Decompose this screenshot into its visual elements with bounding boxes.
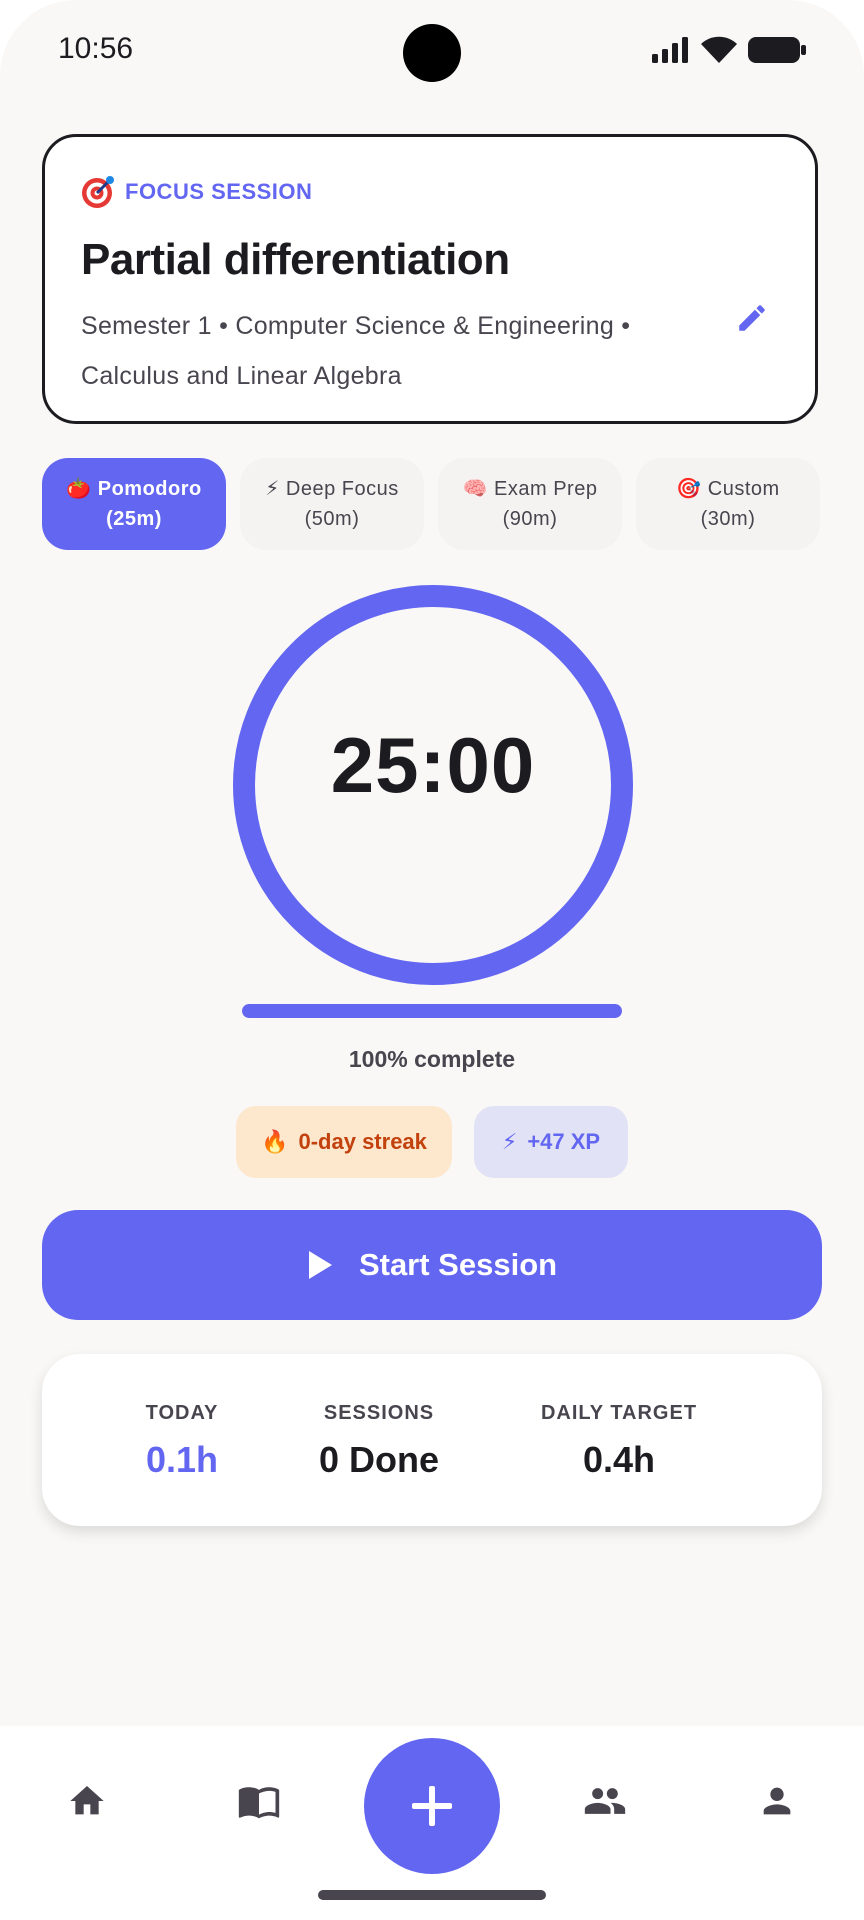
stat-value: 0.4h: [582, 1439, 656, 1480]
status-bar: 10:56: [0, 0, 864, 104]
status-time: 10:56: [58, 32, 134, 65]
preset-duration: (25m): [106, 508, 162, 530]
preset-name: Exam Prep: [494, 478, 598, 500]
start-session-label: Start Session: [358, 1247, 558, 1282]
add-icon: [412, 1786, 452, 1826]
wifi-icon: [701, 36, 737, 63]
nav-library[interactable]: [224, 1766, 294, 1836]
signal-icon: [652, 37, 688, 63]
focus-label-row: FOCUS SESSION: [81, 175, 312, 209]
stat-value: 0 Done: [318, 1439, 440, 1480]
progress-label: 100% complete: [348, 1046, 516, 1072]
progress-bar-fill: [242, 1004, 622, 1018]
stat-value: 0.1h: [145, 1439, 219, 1480]
timer-display: 25:00: [330, 721, 536, 809]
nav-home[interactable]: [52, 1766, 122, 1836]
preset-name: Deep Focus: [285, 478, 399, 500]
preset-pomodoro-name-row: 🍅 Pomodoro: [66, 474, 201, 504]
progress-bar: [242, 1004, 622, 1018]
target-icon: [82, 176, 114, 208]
target-icon: 🎯: [676, 478, 702, 500]
xp-text: +47 XP: [527, 1129, 601, 1154]
home-indicator: [318, 1890, 546, 1900]
stat-daily-target: DAILY TARGET 0.4h: [494, 1402, 744, 1481]
focus-topic-subtitle: Semester 1 • Computer Science & Engineer…: [81, 312, 631, 390]
battery-icon: [748, 37, 806, 63]
lightning-icon: ⚡: [265, 478, 280, 500]
stat-label: DAILY TARGET: [540, 1402, 698, 1424]
preset-custom-name-row: 🎯 Custom: [676, 474, 779, 504]
add-session-fab[interactable]: [364, 1738, 500, 1874]
preset-duration: (30m): [700, 508, 756, 530]
pencil-icon: [739, 305, 765, 331]
stat-today: TODAY 0.1h: [102, 1402, 262, 1481]
nav-community[interactable]: [570, 1766, 640, 1836]
brain-icon: 🧠: [462, 478, 488, 500]
edit-topic-button[interactable]: [727, 293, 777, 343]
streak-badge: 🔥 0-day streak: [236, 1106, 452, 1178]
fire-icon: 🔥: [261, 1129, 289, 1154]
session-presets: 🍅 Pomodoro (25m) ⚡ Deep Focus (50m) 🧠 Ex…: [42, 458, 822, 552]
status-icons: [652, 36, 806, 64]
focus-topic-title: Partial differentiation: [81, 235, 510, 284]
preset-exam-prep-name-row: 🧠 Exam Prep: [463, 474, 598, 504]
preset-name: Custom: [707, 478, 780, 500]
preset-pomodoro[interactable]: 🍅 Pomodoro (25m): [42, 458, 226, 550]
preset-deep-focus-name-row: ⚡ Deep Focus: [265, 474, 398, 504]
tomato-icon: 🍅: [66, 478, 92, 500]
streak-text: 0-day streak: [298, 1129, 427, 1154]
preset-exam-prep[interactable]: 🧠 Exam Prep (90m): [438, 458, 622, 550]
preset-duration: (90m): [502, 508, 558, 530]
focus-session-label: FOCUS SESSION: [125, 179, 313, 204]
stats-card: TODAY 0.1h SESSIONS 0 Done DAILY TARGET …: [42, 1354, 822, 1526]
lightning-icon: ⚡: [501, 1129, 518, 1154]
stat-label: SESSIONS: [323, 1402, 435, 1424]
focus-session-card: FOCUS SESSION Partial differentiation Se…: [42, 134, 818, 424]
xp-badge: ⚡ +47 XP: [474, 1106, 628, 1178]
stat-label: TODAY: [145, 1402, 219, 1424]
start-session-button[interactable]: Start Session: [42, 1210, 822, 1320]
person-icon: [763, 1787, 791, 1815]
preset-custom[interactable]: 🎯 Custom (30m): [636, 458, 820, 550]
preset-duration: (50m): [304, 508, 360, 530]
preset-name: Pomodoro: [97, 478, 202, 500]
nav-profile[interactable]: [742, 1766, 812, 1836]
play-icon: [308, 1251, 332, 1279]
group-icon: [584, 1788, 626, 1814]
book-icon: [238, 1787, 280, 1819]
phone-screen: 10:56 FOCUS SESSION Partial differentiat…: [0, 0, 864, 1920]
camera-cutout: [403, 24, 461, 82]
home-icon: [70, 1786, 104, 1815]
preset-deep-focus[interactable]: ⚡ Deep Focus (50m): [240, 458, 424, 550]
stat-sessions: SESSIONS 0 Done: [272, 1402, 486, 1481]
